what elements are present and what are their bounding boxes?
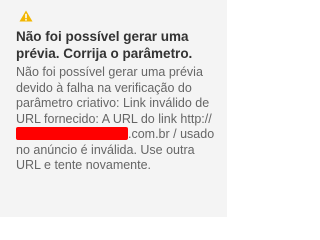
- warning-icon: [19, 10, 33, 22]
- alert-message-start: Não foi possível gerar uma prévia devido…: [16, 65, 212, 126]
- alert-message: Não foi possível gerar uma prévia devido…: [16, 65, 221, 174]
- alert-title: Não foi possível gerar uma prévia. Corri…: [16, 29, 193, 61]
- preview-error-alert: Não foi possível gerar uma prévia. Corri…: [0, 0, 227, 217]
- redacted-url-segment: [16, 127, 128, 140]
